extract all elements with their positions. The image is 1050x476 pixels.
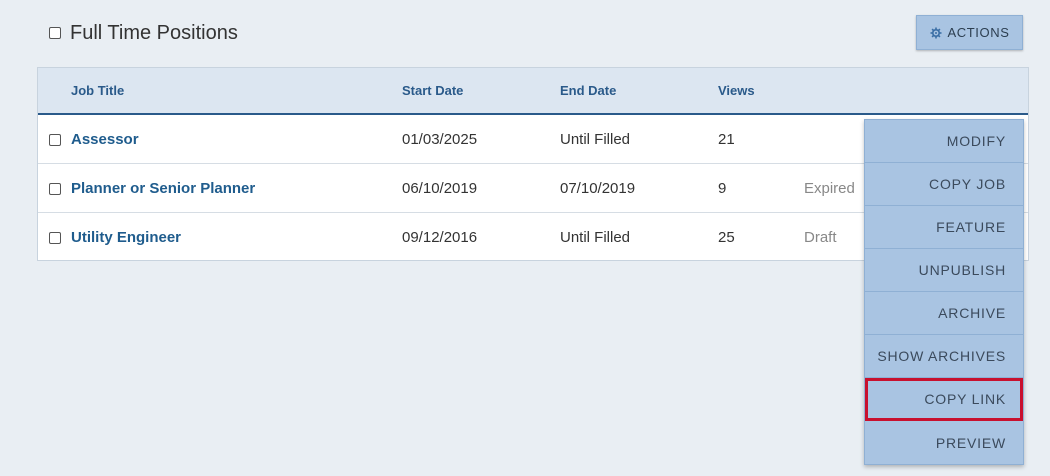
actions-dropdown-menu: MODIFY COPY JOB FEATURE UNPUBLISH ARCHIV…	[864, 119, 1024, 465]
menu-item-preview[interactable]: PREVIEW	[865, 421, 1023, 464]
views-count: 21	[718, 131, 735, 148]
end-date: 07/10/2019	[560, 180, 636, 197]
actions-button-label: ACTIONS	[947, 25, 1010, 40]
job-title-link[interactable]: Planner or Senior Planner	[71, 180, 255, 197]
status-label: Draft	[804, 229, 837, 246]
menu-item-feature[interactable]: FEATURE	[865, 206, 1023, 249]
start-date: 09/12/2016	[402, 229, 478, 246]
column-header-start-date[interactable]: Start Date	[402, 83, 463, 98]
column-header-end-date[interactable]: End Date	[560, 83, 616, 98]
job-title-link[interactable]: Assessor	[71, 131, 139, 148]
column-header-job-title[interactable]: Job Title	[71, 83, 124, 98]
menu-item-unpublish[interactable]: UNPUBLISH	[865, 249, 1023, 292]
gear-icon	[930, 27, 941, 38]
actions-button[interactable]: ACTIONS	[916, 15, 1023, 50]
end-date: Until Filled	[560, 131, 631, 148]
views-count: 9	[718, 180, 727, 197]
page-title: Full Time Positions	[70, 22, 238, 44]
start-date: 01/03/2025	[402, 131, 478, 148]
menu-item-copy-job[interactable]: COPY JOB	[865, 163, 1023, 206]
select-all-checkbox[interactable]	[49, 27, 61, 39]
menu-item-show-archives[interactable]: SHOW ARCHIVES	[865, 335, 1023, 378]
table-header: Job Title Start Date End Date Views	[38, 68, 1028, 115]
row-checkbox[interactable]	[49, 232, 61, 244]
column-header-views[interactable]: Views	[718, 83, 755, 98]
menu-item-modify[interactable]: MODIFY	[865, 120, 1023, 163]
start-date: 06/10/2019	[402, 180, 478, 197]
row-checkbox[interactable]	[49, 183, 61, 195]
status-label: Expired	[804, 180, 855, 197]
page: Full Time Positions ACTIONS Job Title St…	[0, 0, 1050, 476]
menu-item-archive[interactable]: ARCHIVE	[865, 292, 1023, 335]
end-date: Until Filled	[560, 229, 631, 246]
job-title-link[interactable]: Utility Engineer	[71, 229, 181, 246]
row-checkbox[interactable]	[49, 134, 61, 146]
menu-item-copy-link[interactable]: COPY LINK	[865, 378, 1023, 421]
views-count: 25	[718, 229, 735, 246]
